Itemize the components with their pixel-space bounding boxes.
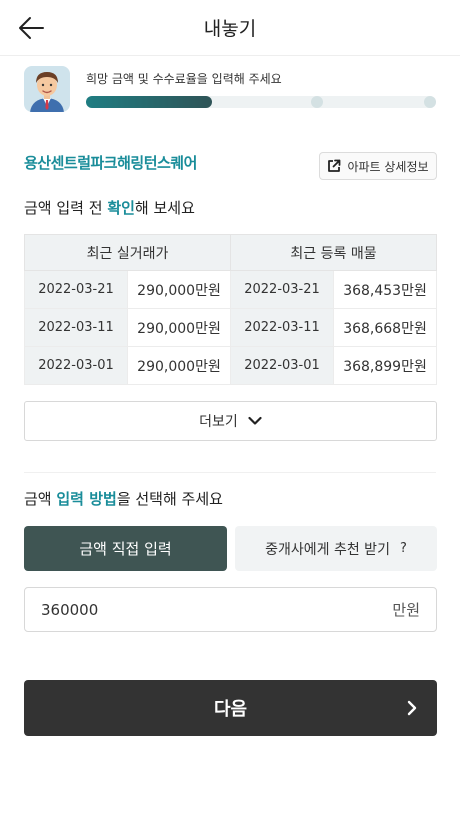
progress-instruction: 희망 금액 및 수수료율을 입력해 주세요 (86, 72, 282, 86)
section-divider (24, 472, 436, 473)
deal-date: 2022-03-21 (24, 270, 128, 309)
apartment-detail-button[interactable]: 아파트 상세정보 (319, 152, 437, 180)
price-check-highlight: 확인 (107, 199, 135, 217)
agent-avatar (24, 66, 70, 112)
table-row: 2022-03-01 290,000만원 2022-03-01 368,899만… (24, 346, 438, 385)
amount-input[interactable]: 360000 만원 (24, 587, 437, 632)
recent-listing-header: 최근 등록 매물 (230, 234, 438, 271)
table-row: 2022-03-21 290,000만원 2022-03-21 368,453만… (24, 270, 438, 309)
agent-recommend-button[interactable]: 중개사에게 추천 받기 ? (235, 526, 437, 571)
agent-recommend-label: 중개사에게 추천 받기 (265, 541, 390, 558)
table-row: 2022-03-11 290,000만원 2022-03-11 368,668만… (24, 308, 438, 347)
deal-price: 290,000만원 (126, 270, 232, 309)
deal-date: 2022-03-01 (24, 346, 128, 385)
progress-step-dot (424, 96, 436, 108)
price-check-heading: 금액 입력 전 확인해 보세요 (24, 197, 195, 218)
deal-price: 290,000만원 (126, 308, 232, 347)
page-title: 내놓기 (203, 18, 257, 40)
external-link-icon (328, 159, 341, 172)
deal-date: 2022-03-11 (24, 308, 128, 347)
chevron-right-icon (407, 700, 417, 716)
progress-step-dot (311, 96, 323, 108)
amount-value[interactable]: 360000 (41, 601, 98, 619)
listing-date: 2022-03-21 (230, 270, 335, 309)
listing-date: 2022-03-11 (230, 308, 335, 347)
progress-fill (86, 96, 212, 108)
header-bar: 내놓기 (0, 0, 460, 56)
show-more-label: 더보기 (199, 414, 238, 430)
price-check-suffix: 해 보세요 (134, 199, 195, 217)
input-method-suffix: 을 선택해 주세요 (116, 490, 223, 508)
listing-price: 368,668만원 (333, 308, 438, 347)
input-method-prefix: 금액 (24, 490, 57, 508)
help-icon[interactable]: ? (400, 541, 407, 556)
next-button[interactable]: 다음 (24, 680, 437, 736)
listing-price: 368,453만원 (333, 270, 438, 309)
listing-price: 368,899만원 (333, 346, 438, 385)
apartment-name: 용산센트럴파크해링턴스퀘어 (24, 154, 197, 172)
price-history-table: 최근 실거래가 최근 등록 매물 2022-03-21 290,000만원 20… (23, 234, 438, 385)
direct-input-button[interactable]: 금액 직접 입력 (24, 526, 227, 571)
apartment-detail-label: 아파트 상세정보 (347, 159, 429, 174)
show-more-button[interactable]: 더보기 (24, 401, 437, 441)
table-header-row: 최근 실거래가 최근 등록 매물 (23, 234, 438, 271)
price-check-prefix: 금액 입력 전 (24, 199, 108, 217)
recent-deal-header: 최근 실거래가 (23, 234, 232, 271)
chevron-down-icon (248, 416, 262, 425)
avatar-illustration (24, 66, 70, 112)
progress-section: 희망 금액 및 수수료율을 입력해 주세요 (24, 66, 444, 114)
input-method-highlight: 입력 방법 (56, 490, 117, 508)
progress-bar (86, 96, 436, 108)
deal-price: 290,000만원 (126, 346, 232, 385)
next-label: 다음 (213, 699, 248, 720)
listing-date: 2022-03-01 (230, 346, 335, 385)
input-method-heading: 금액 입력 방법을 선택해 주세요 (24, 488, 223, 509)
amount-unit: 만원 (392, 601, 420, 619)
